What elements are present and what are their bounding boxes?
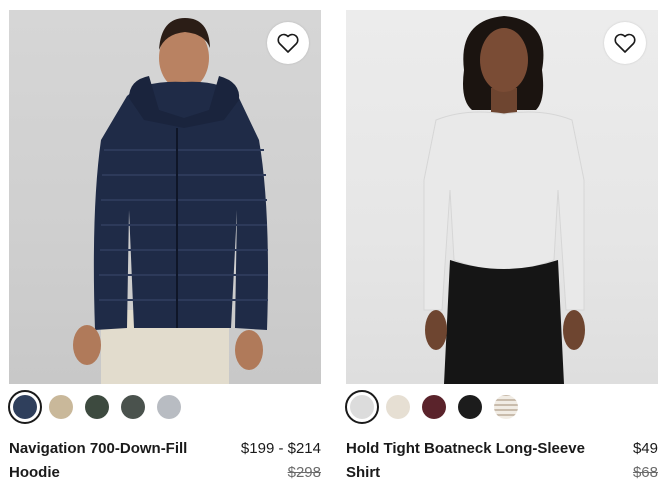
color-swatch[interactable] — [49, 395, 73, 419]
product-name-link[interactable]: Hold Tight Boatneck Long-Sleeve Shirt — [346, 437, 616, 485]
color-swatch[interactable] — [458, 395, 482, 419]
color-swatches — [345, 390, 658, 424]
favorite-button[interactable] — [267, 22, 309, 64]
color-swatch[interactable] — [8, 390, 42, 424]
color-swatch[interactable] — [121, 395, 145, 419]
color-swatch[interactable] — [386, 395, 410, 419]
original-price: $298 — [287, 464, 321, 481]
heart-outline-icon — [614, 33, 636, 53]
heart-outline-icon — [277, 33, 299, 53]
color-swatch[interactable] — [85, 395, 109, 419]
product-price: $49 $68 — [633, 437, 658, 485]
original-price: $68 — [632, 464, 658, 481]
favorite-button[interactable] — [604, 22, 646, 64]
product-card[interactable]: Navigation 700-Down-Fill Hoodie $199 - $… — [8, 10, 321, 485]
product-image[interactable] — [346, 10, 658, 384]
sale-price: $199 - $214 — [240, 440, 321, 457]
sale-price: $49 — [632, 440, 658, 457]
product-price: $199 - $214 $298 — [241, 437, 321, 485]
product-name-link[interactable]: Navigation 700-Down-Fill Hoodie — [9, 437, 209, 485]
color-swatch[interactable] — [422, 395, 446, 419]
color-swatches — [8, 390, 321, 424]
model-in-jacket-image — [73, 18, 268, 384]
color-swatch[interactable] — [494, 395, 518, 419]
color-swatch[interactable] — [345, 390, 379, 424]
product-image[interactable] — [9, 10, 321, 384]
model-in-shirt-image — [423, 16, 585, 384]
product-card[interactable]: Hold Tight Boatneck Long-Sleeve Shirt $4… — [345, 10, 658, 485]
color-swatch[interactable] — [157, 395, 181, 419]
